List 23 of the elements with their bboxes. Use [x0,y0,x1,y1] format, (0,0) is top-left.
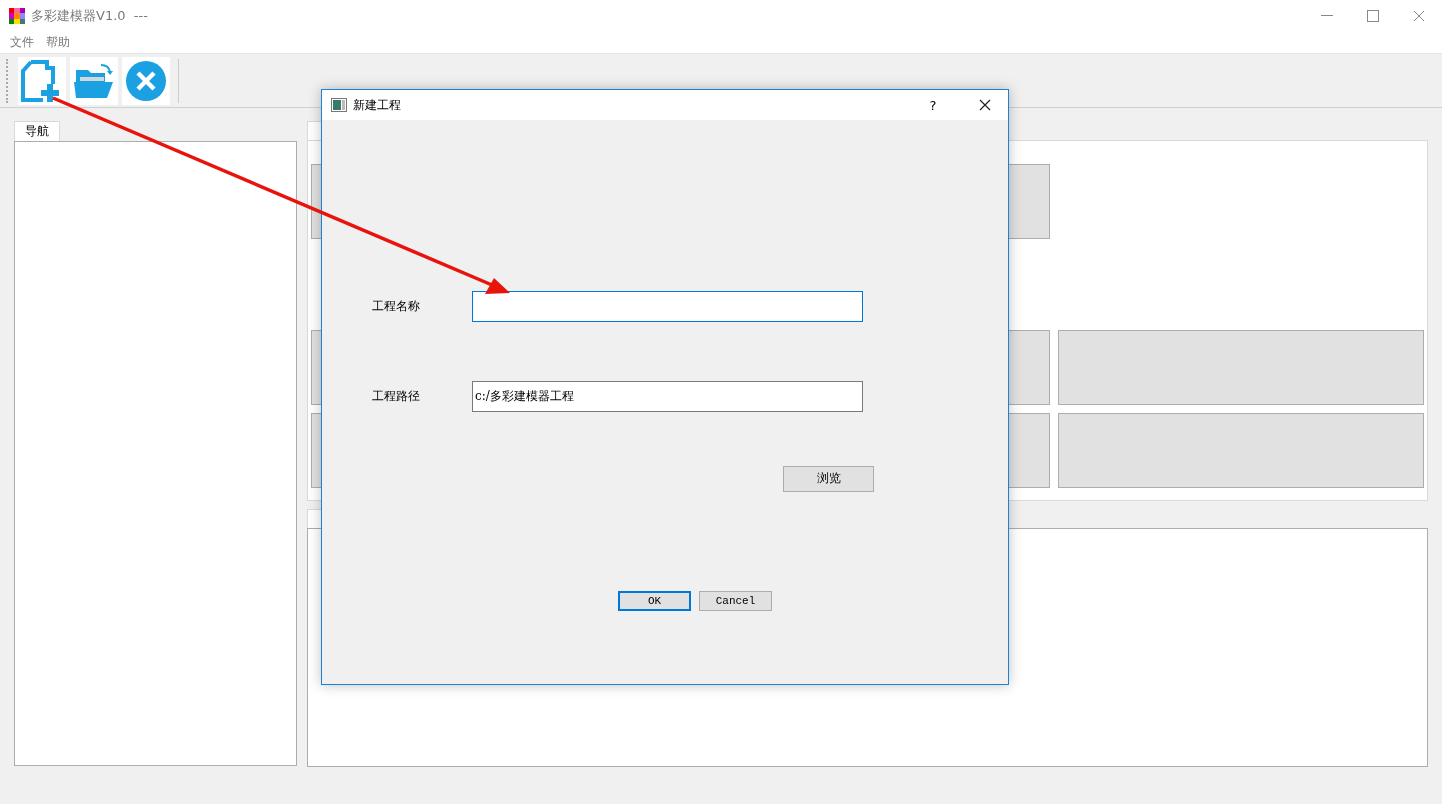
window-title: 多彩建模器V1.0 --- [31,7,148,25]
text-field[interactable] [472,290,863,322]
dialog-title: 新建工程 [353,96,401,114]
close-icon[interactable] [979,99,991,111]
field-label: 工程路径 [372,387,421,405]
tile[interactable] [1058,330,1424,405]
app-logo-icon [9,8,25,24]
toolbar-button[interactable] [70,56,118,105]
menu-item[interactable]: 文件 [4,34,40,51]
browse-button[interactable]: 浏览 [783,465,874,492]
minimize-icon[interactable] [1321,15,1333,17]
maximize-icon[interactable] [1367,10,1379,22]
ok-button[interactable]: OK [618,590,691,611]
dialog-icon [331,98,347,112]
cancel-button[interactable]: Cancel [699,590,772,611]
tile[interactable] [1058,413,1424,488]
toolbar-button[interactable] [18,56,66,105]
toolbar-button[interactable] [122,56,170,105]
text-field[interactable]: c:/多彩建模器工程 [472,380,863,412]
menu-item[interactable]: 帮助 [40,34,76,51]
field-label: 工程名称 [372,297,421,315]
help-button[interactable]: ? [918,97,948,113]
navigation-tab[interactable]: 导航 [14,121,60,141]
